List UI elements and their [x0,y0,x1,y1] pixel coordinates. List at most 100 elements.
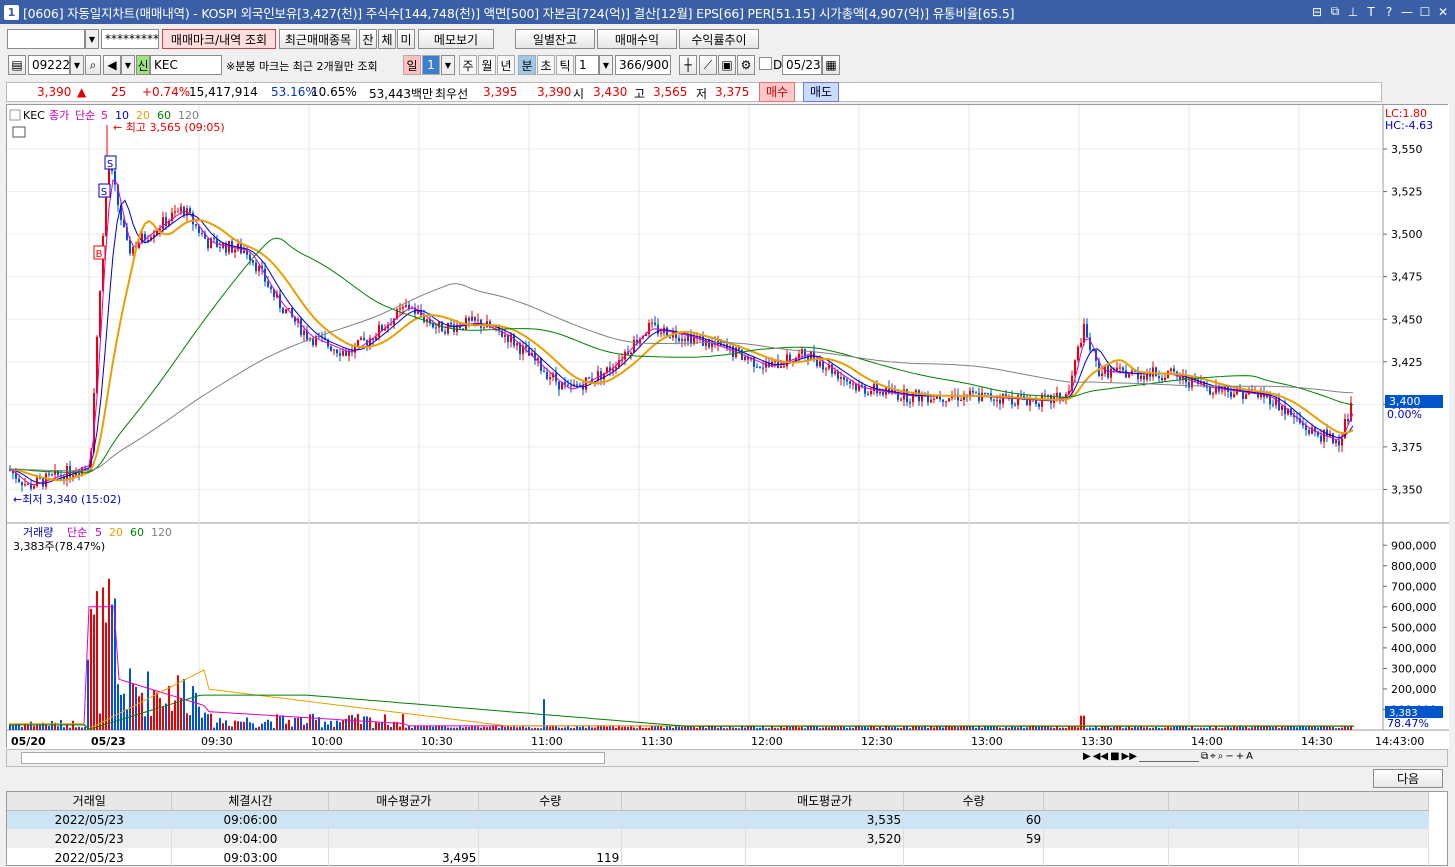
font-size-icon[interactable]: A [1246,751,1253,762]
zoom-slider[interactable] [1138,751,1199,762]
candle-icon[interactable]: ┼ [679,55,697,75]
chart-canvas[interactable]: 3,550 3,525 3,500 3,475 3,450 3,425 3,400 3,375… [7,105,1449,749]
stock-code-dropdown[interactable]: ▼ [70,55,84,75]
table-row[interactable]: 2022/05/23 09:06:00 3,535 60 [7,810,1430,829]
search-icon[interactable]: ⌕ [85,55,101,75]
candle-body [1056,392,1058,397]
volume-bar [363,716,365,730]
filled-button[interactable]: 체 [378,29,396,49]
interval-input[interactable]: 1 [575,55,599,75]
volume-bar [1029,726,1031,730]
tab-week[interactable]: 주 [459,55,477,75]
speaker-icon[interactable]: ◀ [103,55,121,75]
pin-icon[interactable]: ⊥ [1345,3,1361,20]
table-cell: 60 [903,810,1045,829]
candle-body [249,254,251,260]
volume-bar [237,721,239,730]
column-header[interactable] [621,792,747,811]
volume-bar [993,726,995,730]
candle-body [948,398,950,402]
column-header[interactable]: 체결시간 [171,792,330,811]
zoom-in-icon[interactable]: + [1236,751,1244,762]
table-cell [1168,829,1299,848]
chart-area[interactable]: 3,550 3,525 3,500 3,475 3,450 3,425 3,400 3,375… [6,104,1449,749]
trade-profit-button[interactable]: 매매수익 [597,29,677,49]
return-trend-button[interactable]: 수익률추이 [679,29,759,49]
price-y-tick-label: 3,500 [1391,228,1423,241]
candle-body [54,470,56,475]
column-header[interactable]: 수량 [903,792,1045,811]
column-header[interactable] [1298,792,1430,811]
column-header[interactable]: 매수평균가 [328,792,480,811]
column-header[interactable] [1168,792,1299,811]
column-header[interactable] [1043,792,1170,811]
zoom-icon[interactable]: ⌕ [1218,751,1224,762]
candle-body [252,259,254,263]
sell-button[interactable]: 매도 [803,82,839,102]
close-icon[interactable]: ✕ [1435,3,1451,20]
trade-mark-query-button[interactable]: 매매마크/내역 조회 [162,29,276,49]
volume-bar [285,723,287,730]
speaker-dropdown[interactable]: ▼ [121,55,135,75]
count-field[interactable]: 366/900 [615,55,671,75]
zoom-out-icon[interactable]: − [1225,751,1233,762]
candle-body [1272,404,1274,406]
volume-bar [819,728,821,730]
volume-bar [681,726,683,730]
balance-button[interactable]: 잔 [359,29,377,49]
column-header[interactable]: 거래일 [7,792,173,811]
account-dropdown[interactable]: ▼ [85,29,99,49]
tab-month[interactable]: 월 [478,55,496,75]
scroll-thumb[interactable] [21,752,605,764]
next-button[interactable]: 다음 [1373,769,1443,788]
window-icon[interactable]: ⊟ [1309,3,1325,20]
draw-tool-icon[interactable]: ⟋ [699,55,717,75]
column-header[interactable]: 수량 [478,792,623,811]
layout-icon[interactable]: ⧉ [1201,751,1208,762]
list-icon[interactable]: ▤ [8,55,26,75]
volume-bar [261,723,263,730]
volume-last-note: 3,383주(78.47%) [13,540,105,553]
column-header[interactable]: 매도평균가 [745,792,905,811]
password-input[interactable]: ********* [101,29,159,49]
volume-bar [1146,727,1148,730]
memo-button[interactable]: 메모보기 [418,29,494,49]
tab-minute[interactable]: 분 [518,55,536,75]
rewind-icon[interactable]: ◀◀ [1093,751,1108,762]
candle-body [984,392,986,394]
unfilled-button[interactable]: 미 [397,29,415,49]
chart-scroll-bar[interactable]: ▶ ◀◀ ■ ▶▶ ⧉ ⌖ ⌕ − + A [6,749,1448,767]
minimize-icon[interactable]: — [1399,3,1415,20]
day-count-field[interactable]: 1 [422,55,440,75]
stock-name-field[interactable]: KEC [150,55,222,75]
buy-button[interactable]: 매수 [759,82,795,102]
recent-trades-button[interactable]: 최근매매종목 [279,29,357,49]
table-row[interactable]: 2022/05/23 09:04:00 3,520 59 [7,829,1430,848]
volume-bar [606,726,608,730]
table-row[interactable]: 2022/05/23 09:03:00 3,495 119 [7,848,1430,867]
crosshair-icon[interactable]: ⌖ [1210,751,1216,762]
copy-icon[interactable]: ⧉ [1327,3,1343,20]
volume-bar [1134,726,1136,730]
tab-day[interactable]: 일 [403,55,421,75]
tab-second[interactable]: 초 [537,55,555,75]
day-count-dropdown[interactable]: ▼ [441,55,455,75]
daily-balance-button[interactable]: 일별잔고 [515,29,595,49]
calendar-icon[interactable]: ▦ [822,55,840,75]
tab-tick[interactable]: 틱 [556,55,574,75]
volume-bar [573,727,575,730]
stop-icon[interactable]: ■ [1110,751,1119,762]
play-icon[interactable]: ▶ [1083,751,1091,762]
date-input[interactable]: 05/23 [782,55,822,75]
maximize-icon[interactable]: ☐ [1417,3,1433,20]
account-input[interactable] [7,29,85,49]
forward-icon[interactable]: ▶▶ [1122,751,1137,762]
gear-icon[interactable]: ⚙ [737,55,755,75]
save-icon[interactable]: ▣ [718,55,736,75]
interval-dropdown[interactable]: ▼ [599,55,613,75]
font-icon[interactable]: T [1363,3,1379,20]
tab-year[interactable]: 년 [497,55,515,75]
stock-code-input[interactable]: 092220 [28,55,78,75]
help-icon[interactable]: ? [1381,3,1397,20]
date-checkbox[interactable] [759,57,772,70]
